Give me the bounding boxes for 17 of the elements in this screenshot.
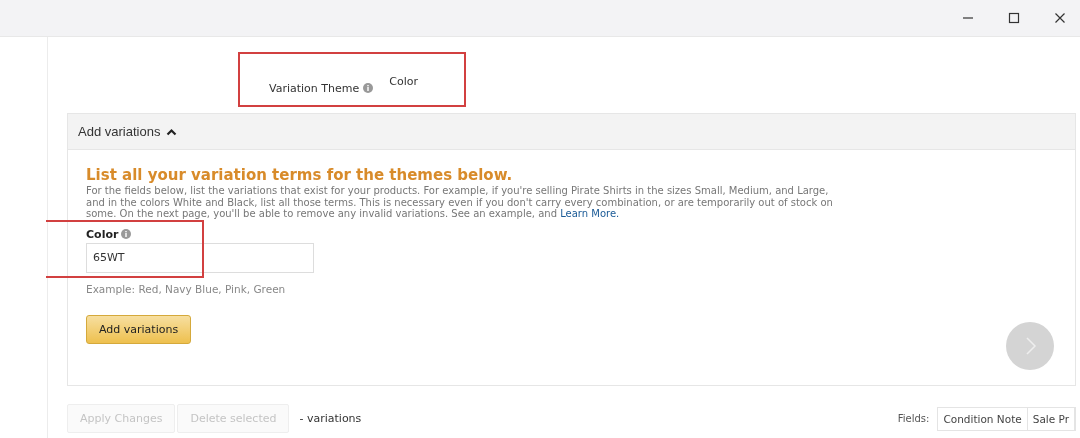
info-icon: [121, 229, 132, 239]
color-input-field[interactable]: 65WT: [86, 242, 314, 273]
section-heading: List all your variation terms for the themes below.: [86, 166, 514, 184]
variation-theme-label: Variation Theme: [269, 80, 360, 95]
variation-theme-value: Color: [389, 74, 418, 90]
maximize-icon[interactable]: [1008, 12, 1020, 24]
close-icon[interactable]: [1054, 12, 1066, 24]
variations-count: - variations: [299, 412, 362, 425]
example-hint: Example: Red, Navy Blue, Pink, Green: [86, 282, 287, 295]
color-label: Color: [86, 227, 119, 241]
section-title: Add variations: [78, 124, 161, 139]
fields-label: Fields:: [897, 413, 930, 424]
info-icon: [363, 83, 374, 93]
add-variations-button[interactable]: Add variations: [86, 314, 192, 344]
learn-more-link[interactable]: Learn More.: [560, 208, 620, 219]
section-header[interactable]: Add variations: [68, 114, 1075, 150]
instructions-text: For the fields below, list the variations that exist for your products. For example, if you're selling Pirate Shirts in the sizes Small, Medium, and Large, and in the colors White and Black, list all those terms. This is necessary even if you don't carry every combination, or are temporarily out of stock on some. On the next page, you'll be able to remove any invalid variations. See an example, and Learn More.: [86, 185, 834, 220]
